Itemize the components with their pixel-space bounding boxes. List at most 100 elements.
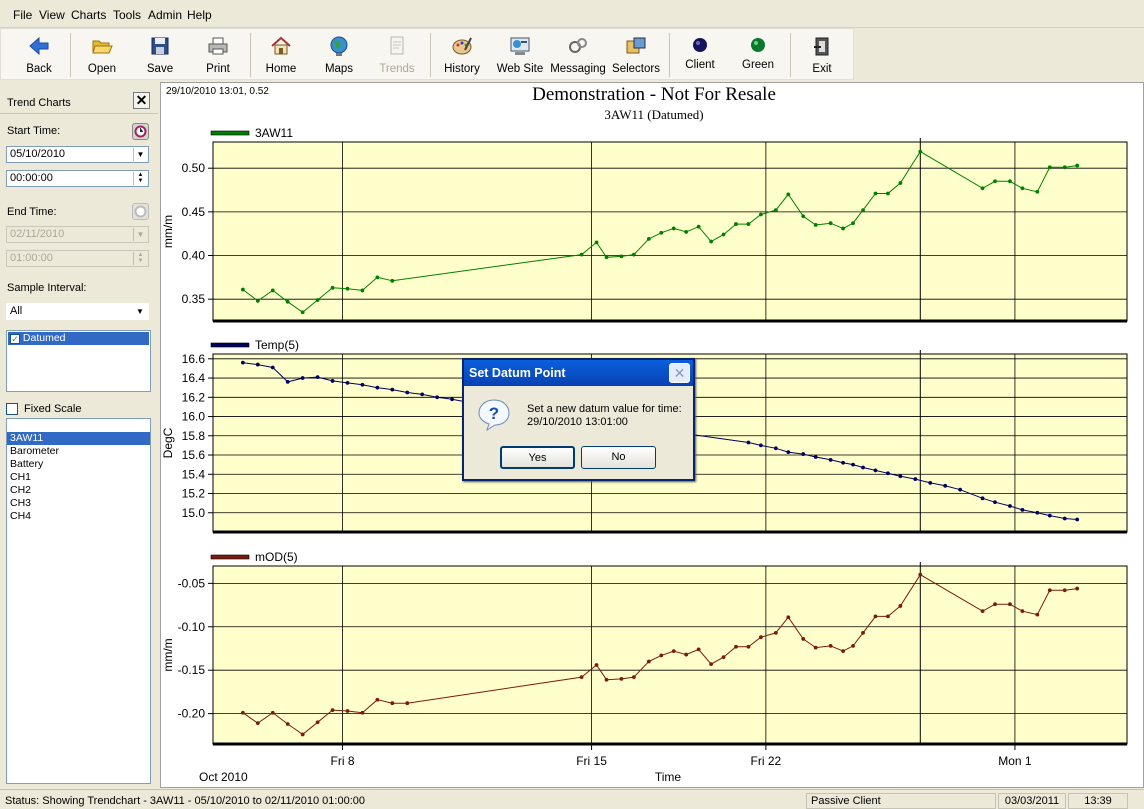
fixed-scale-checkbox[interactable]: [6, 403, 18, 415]
start-time-clock-button[interactable]: [132, 123, 149, 140]
data-point: [270, 365, 275, 370]
dialog-yes-button[interactable]: Yes: [500, 446, 575, 469]
menu-admin[interactable]: Admin: [148, 8, 182, 22]
menu-file[interactable]: File: [13, 8, 32, 22]
panel-close-button[interactable]: ✕: [133, 92, 150, 109]
data-point: [734, 644, 738, 649]
data-point: [240, 710, 245, 715]
menu-bar: File View Charts Tools Admin Help: [0, 0, 1144, 28]
end-time-field[interactable]: 01:00:00 ▲ ▼: [6, 250, 149, 267]
open-label: Open: [87, 63, 117, 75]
sample-interval-value: All: [10, 305, 23, 317]
data-point: [980, 609, 985, 614]
client-button[interactable]: Client: [672, 31, 728, 79]
data-point: [255, 721, 260, 726]
chevron-down-icon[interactable]: ▼: [133, 228, 147, 241]
end-date-field[interactable]: 02/11/2010 ▼: [6, 226, 149, 243]
save-button[interactable]: Save: [132, 31, 188, 79]
y-tick-label: 0.45: [182, 205, 206, 219]
data-point: [943, 483, 948, 488]
trends-button[interactable]: Trends: [369, 31, 425, 79]
back-button[interactable]: Back: [11, 31, 67, 79]
exit-button[interactable]: Exit: [794, 31, 850, 79]
start-time-field[interactable]: 00:00:00 ▲ ▼: [6, 170, 149, 187]
checkbox-checked-icon[interactable]: ✓: [10, 334, 20, 344]
data-point: [918, 149, 923, 154]
dialog-no-button[interactable]: No: [581, 446, 656, 469]
home-icon: [271, 36, 291, 55]
channel-item-ch3[interactable]: CH3: [7, 497, 150, 510]
sample-interval-select[interactable]: All ▼: [6, 303, 149, 320]
data-point: [980, 186, 985, 191]
legend-swatch: [210, 554, 250, 560]
data-point: [360, 382, 365, 387]
green-button[interactable]: Green: [730, 31, 786, 79]
data-point: [773, 630, 778, 635]
channel-item-ch4[interactable]: CH4: [7, 510, 150, 523]
data-point: [646, 659, 651, 664]
channel-item-ch1[interactable]: CH1: [7, 471, 150, 484]
end-date-value: 02/11/2010: [10, 228, 65, 240]
trend-charts-panel: Trend Charts ✕ Start Time: 05/10/2010 ▼ …: [0, 88, 158, 788]
open-button[interactable]: Open: [74, 31, 130, 79]
chevron-down-icon[interactable]: ▼: [133, 148, 147, 161]
website-button[interactable]: Web Site: [492, 31, 548, 79]
channel-item-barometer[interactable]: Barometer: [7, 445, 150, 458]
data-point: [918, 572, 923, 577]
messaging-button[interactable]: Messaging: [550, 31, 606, 79]
spinner-icon[interactable]: ▲ ▼: [133, 172, 147, 185]
menu-charts[interactable]: Charts: [71, 8, 106, 22]
chevron-down-icon[interactable]: ▼: [133, 305, 147, 318]
data-point: [390, 387, 395, 392]
data-point: [773, 446, 778, 451]
data-point: [993, 602, 997, 607]
data-point: [631, 252, 636, 257]
data-point: [759, 443, 763, 448]
selectors-button[interactable]: Selectors: [608, 31, 664, 79]
data-point: [659, 653, 664, 658]
data-point: [315, 298, 320, 302]
home-button[interactable]: Home: [253, 31, 309, 79]
data-point: [898, 474, 903, 479]
channel-item-ch2[interactable]: CH2: [7, 484, 150, 497]
channel-item-3aw11[interactable]: 3AW11: [7, 432, 150, 445]
svg-text:?: ?: [489, 404, 499, 423]
data-point: [375, 697, 380, 702]
toolbar: Back Open Save Print Home Maps Trends Hi…: [0, 28, 1144, 80]
home-label: Home: [265, 63, 297, 75]
spinner-icon[interactable]: ▲ ▼: [133, 252, 147, 265]
data-point: [1020, 186, 1025, 191]
end-time-clock-button[interactable]: [132, 203, 149, 220]
data-point: [405, 701, 410, 706]
data-point: [1008, 602, 1012, 607]
globe-icon: [330, 36, 348, 56]
data-point: [841, 649, 845, 653]
end-time-label: End Time:: [7, 206, 57, 218]
data-point: [1008, 179, 1012, 184]
data-point: [841, 226, 845, 231]
data-point: [604, 677, 609, 682]
menu-view[interactable]: View: [39, 8, 65, 22]
data-point: [898, 181, 903, 185]
dialog-close-button[interactable]: ✕: [669, 363, 690, 383]
start-date-field[interactable]: 05/10/2010 ▼: [6, 146, 149, 163]
menu-tools[interactable]: Tools: [113, 8, 141, 22]
maps-button[interactable]: Maps: [311, 31, 367, 79]
client-dot-icon: [693, 38, 707, 52]
data-point: [345, 286, 350, 291]
set-datum-dialog: Set Datum Point ✕ ? Set a new datum valu…: [462, 358, 695, 481]
data-point: [330, 285, 335, 290]
chart-subtitle: 3AW11 (Datumed): [604, 107, 703, 122]
menu-help[interactable]: Help: [187, 8, 212, 22]
history-button[interactable]: History: [434, 31, 490, 79]
y-tick-label: -0.10: [178, 620, 206, 634]
data-point: [619, 254, 624, 259]
green-dot-icon: [751, 38, 765, 52]
data-point: [898, 604, 903, 608]
channel-item-battery[interactable]: Battery: [7, 458, 150, 471]
data-point: [759, 635, 763, 640]
status-bar: Status: Showing Trendchart - 3AW11 - 05/…: [0, 789, 1144, 809]
data-point: [886, 191, 890, 196]
print-button[interactable]: Print: [190, 31, 246, 79]
option-datumed[interactable]: ✓ Datumed: [8, 332, 149, 345]
